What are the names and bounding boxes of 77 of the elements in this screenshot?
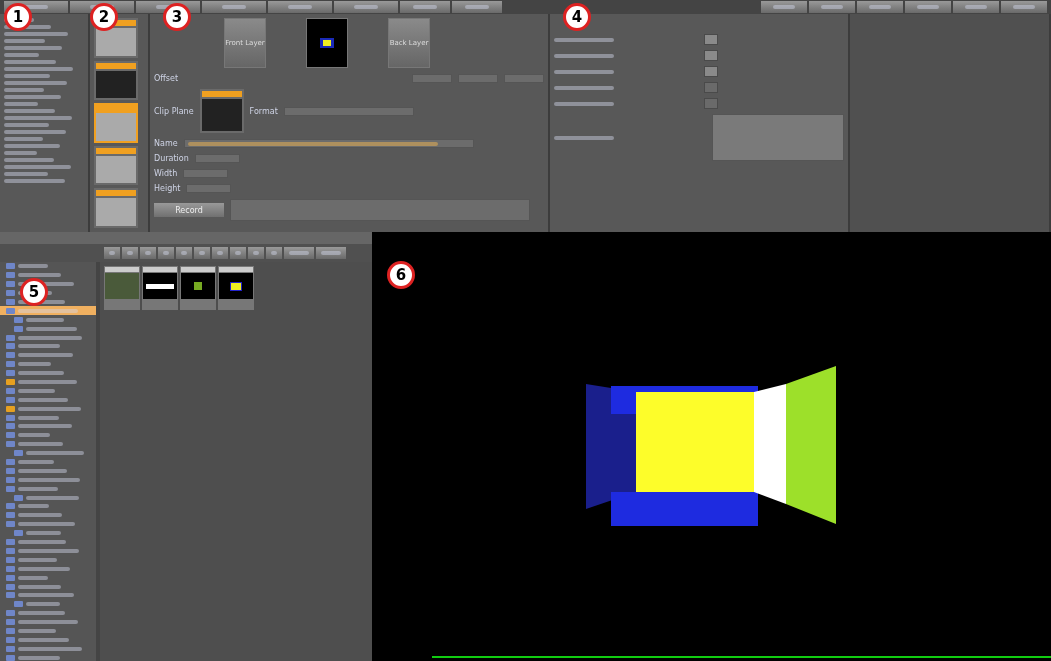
toggle-button[interactable] <box>704 34 718 45</box>
illegible-list-entry-drawing <box>4 123 49 127</box>
field-label: Clip Plane <box>154 106 194 116</box>
media-thumbnail <box>199 89 244 133</box>
menu-button[interactable] <box>761 1 807 13</box>
toolbar-button[interactable] <box>284 247 314 259</box>
illegible-list-entry-drawing <box>4 151 37 155</box>
toolbar-button[interactable] <box>248 247 264 259</box>
folder-tree-item[interactable] <box>0 306 96 316</box>
field-label: Format <box>249 106 278 116</box>
toolbar-button[interactable] <box>212 247 228 259</box>
toolbar-button[interactable] <box>140 247 156 259</box>
toggle-button[interactable] <box>704 98 718 109</box>
toggle-button[interactable] <box>704 50 718 61</box>
field-label: Offset <box>154 74 179 83</box>
illegible-list-entry-drawing <box>4 116 72 120</box>
toolbar-button[interactable] <box>316 247 346 259</box>
illegible-list-entry-drawing <box>4 172 48 176</box>
toggle-button[interactable] <box>704 66 718 77</box>
box-preview-icon <box>320 38 334 48</box>
illegible-label-drawing <box>554 37 614 42</box>
illegible-label-drawing <box>554 53 614 58</box>
menu-button[interactable] <box>953 1 999 13</box>
illegible-list-entry-drawing <box>4 67 73 71</box>
toggle-button[interactable] <box>704 82 718 93</box>
illegible-list-entry-drawing <box>4 39 45 43</box>
media-thumbnail[interactable] <box>94 60 138 101</box>
scene-asset-thumbnail[interactable] <box>218 266 254 310</box>
illegible-label-drawing <box>554 101 614 106</box>
illegible-list-entry-drawing <box>4 137 43 141</box>
menu-button[interactable] <box>809 1 855 13</box>
toolbar-button[interactable] <box>194 247 210 259</box>
menu-button[interactable] <box>905 1 951 13</box>
toolbar-button[interactable] <box>266 247 282 259</box>
illegible-list-entry-drawing <box>4 102 38 106</box>
menu-button[interactable] <box>1001 1 1047 13</box>
menu-button[interactable] <box>334 1 398 13</box>
illegible-list-entry-drawing <box>4 144 60 148</box>
menu-button[interactable] <box>857 1 903 13</box>
illegible-label-drawing <box>554 85 614 90</box>
toolbar-button[interactable] <box>104 247 120 259</box>
text-area[interactable] <box>712 114 844 161</box>
illegible-list-entry-drawing <box>4 88 44 92</box>
illegible-label-drawing <box>554 69 614 74</box>
illegible-list-entry-drawing <box>4 53 39 57</box>
toolbar-button[interactable] <box>176 247 192 259</box>
field-label: Duration <box>154 154 189 163</box>
scene-asset-thumbnail[interactable] <box>104 266 140 310</box>
scene-asset-thumbnail[interactable] <box>180 266 216 310</box>
toolbar-button[interactable] <box>230 247 246 259</box>
menu-button[interactable] <box>400 1 450 13</box>
illegible-list-entry-drawing <box>4 158 54 162</box>
scene-asset-thumbnail[interactable] <box>142 266 178 310</box>
media-thumbnail[interactable] <box>94 188 138 228</box>
illegible-list-entry-drawing <box>4 32 68 36</box>
illegible-list-entry-drawing <box>4 60 56 64</box>
media-thumbnail[interactable] <box>94 145 138 186</box>
illegible-list-entry-drawing <box>4 95 61 99</box>
illegible-list-entry-drawing <box>4 130 66 134</box>
toolbar-button[interactable] <box>158 247 174 259</box>
toolbar-button[interactable] <box>122 247 138 259</box>
field-label: Width <box>154 169 178 178</box>
illegible-label-drawing <box>554 135 614 140</box>
record-button[interactable]: Record <box>154 203 224 217</box>
menu-button[interactable] <box>452 1 502 13</box>
menu-button[interactable] <box>268 1 332 13</box>
name-field[interactable] <box>183 139 474 148</box>
illegible-list-entry-drawing <box>4 165 71 169</box>
illegible-list-entry-drawing <box>4 46 62 50</box>
illegible-list-entry-drawing <box>4 179 65 183</box>
illegible-list-entry-drawing <box>4 109 55 113</box>
field-label: Name <box>154 139 178 148</box>
field-label: Height <box>154 184 181 193</box>
menu-button[interactable] <box>202 1 266 13</box>
illegible-list-entry-drawing <box>4 81 67 85</box>
media-thumbnail[interactable] <box>94 103 138 143</box>
illegible-list-entry-drawing <box>4 74 50 78</box>
